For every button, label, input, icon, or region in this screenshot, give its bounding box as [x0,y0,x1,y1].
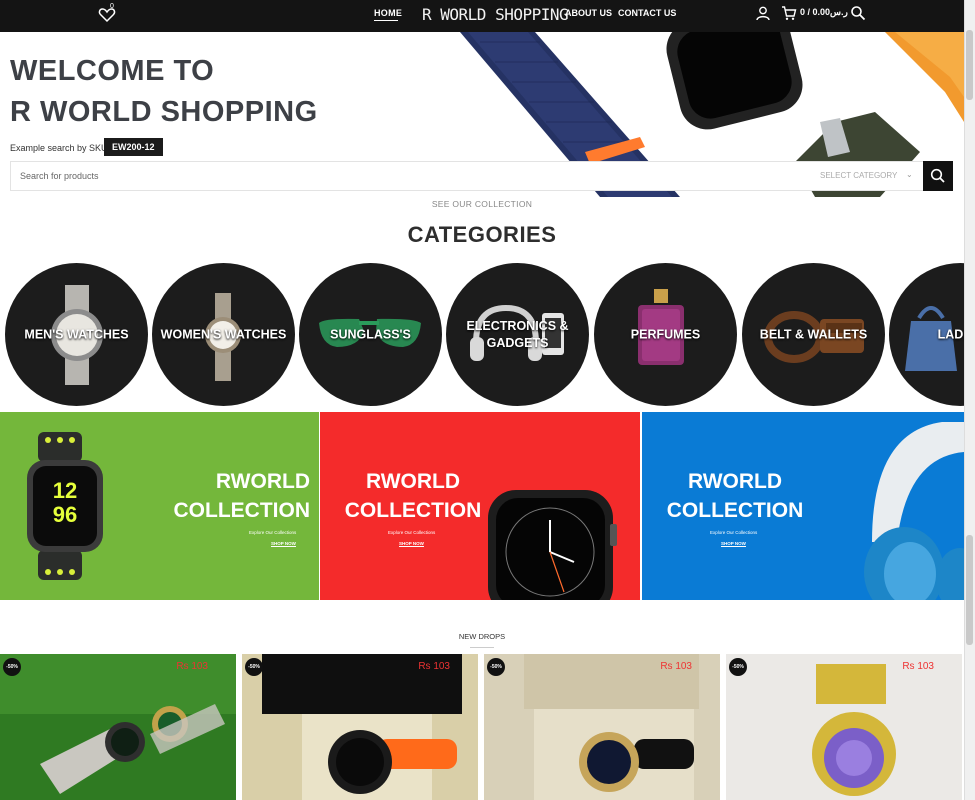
product-price: Rs 103 [660,661,692,672]
discount-badge: -50% [729,658,747,676]
product-card[interactable]: -50% Rs 103 [242,654,478,800]
banner-title-line2: COLLECTION [344,499,482,522]
sku-example-badge[interactable]: EW200-12 [104,138,163,156]
scrollbar-thumb[interactable] [966,30,973,100]
category-label: ELECTRONICS & GADGETS [466,318,569,350]
categories-heading: CATEGORIES [407,222,557,247]
search-icon[interactable] [850,5,866,21]
wishlist-count: 0 [110,3,114,10]
discount-badge: -50% [245,658,263,676]
category-perfumes[interactable]: PERFUMES [594,263,737,406]
collection-banner-green[interactable]: 12 96 RWORLD COLLECTION Explore Our Coll… [0,412,319,600]
site-logo[interactable]: R WORLD SHOPPING [422,5,569,24]
discount-badge: -50% [3,658,21,676]
shop-now-link[interactable]: SHOP NOW [271,541,296,547]
product-card[interactable]: -50% Rs 103 [484,654,720,800]
banner-title-line2: COLLECTION [666,499,804,522]
category-mens-watches[interactable]: MEN'S WATCHES [5,263,148,406]
nav-about-us[interactable]: ABOUT US [565,8,612,18]
heart-icon[interactable] [97,5,117,25]
discount-badge: -50% [487,658,505,676]
banner-title-line1: RWORLD [365,470,461,493]
svg-text:12: 12 [53,478,77,503]
product-image [242,654,478,800]
banner-subtitle: Explore Our Collections [249,530,297,535]
category-label: WOMEN'S WATCHES [160,327,287,341]
top-header: 0 HOME R WORLD SHOPPING ABOUT US CONTACT… [0,0,964,32]
scrollbar[interactable] [964,0,975,800]
category-label: BELT & WALLETS [759,327,868,341]
product-price: Rs 103 [902,661,934,672]
page: 0 HOME R WORLD SHOPPING ABOUT US CONTACT… [0,0,975,800]
category-label: PERFUMES [630,327,701,341]
cart-icon[interactable] [781,5,797,21]
category-label: SUNGLASS'S [330,327,411,341]
hero-title-line1: WELCOME TO [10,55,215,87]
category-sunglasses[interactable]: SUNGLASS'S [299,263,442,406]
svg-text:96: 96 [53,502,77,527]
banner-title: RWORLD COLLECTION [338,467,488,525]
search-button[interactable] [923,161,953,191]
banner-title: RWORLD COLLECTION [150,467,311,525]
product-image [484,654,720,800]
new-drops-heading: NEW DROPS [458,632,506,641]
product-card[interactable]: -50% Rs 103 [0,654,236,800]
active-nav-underline [374,20,398,21]
banner-title-line1: RWORLD [215,470,310,493]
cart-total[interactable]: 0 / 0.00ر.س [800,7,848,18]
user-icon[interactable] [755,5,771,21]
chevron-down-icon[interactable]: ⌄ [906,170,913,179]
see-collection-link[interactable]: SEE OUR COLLECTION [0,199,964,209]
category-label: MEN'S WATCHES [24,327,129,341]
nav-home[interactable]: HOME [374,8,402,18]
shop-now-link[interactable]: SHOP NOW [721,541,746,547]
product-card[interactable]: -50% Rs 103 [726,654,962,800]
hero-title-line2: R WORLD SHOPPING [10,96,318,128]
category-label: LADIES [937,327,975,341]
product-price: Rs 103 [176,661,208,672]
search-icon[interactable] [923,161,953,191]
category-womens-watches[interactable]: WOMEN'S WATCHES [152,263,295,406]
product-search-bar[interactable] [10,161,924,191]
banner-subtitle: Explore Our Collections [388,530,436,535]
banner-title: RWORLD COLLECTION [660,467,810,525]
banner-subtitle: Explore Our Collections [710,530,758,535]
collection-banner-red[interactable]: RWORLD COLLECTION Explore Our Collection… [320,412,640,600]
collection-banner-blue[interactable]: RWORLD COLLECTION Explore Our Collection… [642,412,964,600]
product-image [0,654,236,800]
scrollbar-thumb-secondary[interactable] [966,535,973,645]
category-belt-wallets[interactable]: BELT & WALLETS [742,263,885,406]
product-price: Rs 103 [418,661,450,672]
nav-contact-us[interactable]: CONTACT US [618,8,676,18]
category-electronics-gadgets[interactable]: ELECTRONICS & GADGETS [446,263,589,406]
banner-title-line2: COLLECTION [173,499,311,522]
search-input[interactable]: Search for products [20,171,99,181]
banner-title-line1: RWORLD [687,470,783,493]
category-select[interactable]: SELECT CATEGORY [820,171,897,180]
divider [470,647,494,648]
sku-example-label: Example search by SKU: [10,143,111,153]
category-ladies[interactable]: LADIES [889,263,975,406]
product-image [726,654,962,800]
shop-now-link[interactable]: SHOP NOW [399,541,424,547]
